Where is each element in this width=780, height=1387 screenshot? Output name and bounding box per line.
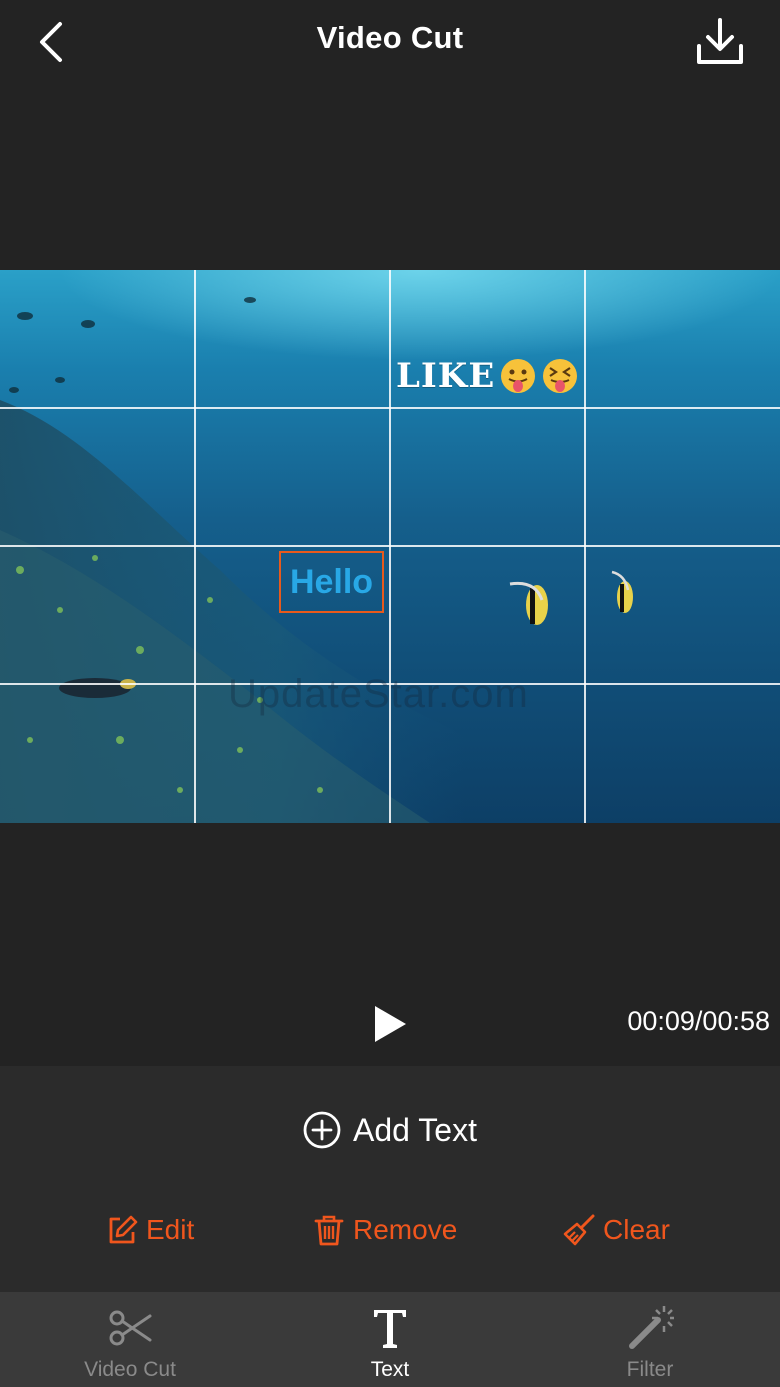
tab-video-cut[interactable]: Video Cut	[0, 1292, 260, 1387]
top-bar: Video Cut	[0, 0, 780, 84]
text-tools-panel	[0, 1066, 780, 1292]
edit-icon	[109, 1215, 138, 1244]
magic-wand-icon	[629, 1306, 674, 1349]
watermark: UpdateStar.com	[228, 672, 529, 716]
tab-text[interactable]: Text	[260, 1292, 520, 1387]
play-icon	[375, 1006, 406, 1042]
download-button[interactable]	[694, 16, 746, 68]
download-icon	[697, 18, 743, 64]
sticker-text: LIKE	[396, 356, 496, 396]
like-sticker[interactable]: LIKE	[396, 354, 579, 398]
edit-label: Edit	[146, 1214, 195, 1245]
remove-button[interactable]: Remove	[313, 1206, 457, 1254]
page-title: Video Cut	[316, 20, 464, 55]
broom-icon	[563, 1214, 595, 1246]
grid-line	[0, 407, 780, 409]
edit-button[interactable]: Edit	[106, 1206, 194, 1254]
tab-filter[interactable]: Filter	[520, 1292, 780, 1387]
scissors-icon	[109, 1310, 152, 1346]
remove-label: Remove	[353, 1214, 458, 1245]
bottom-tab-bar: Video Cut Text Filter	[0, 1292, 780, 1387]
tab-label: Video Cut	[84, 1358, 176, 1381]
play-button[interactable]	[370, 1004, 410, 1044]
tab-label: Text	[370, 1358, 410, 1381]
text-overlay: Hello	[289, 562, 374, 601]
clear-label: Clear	[603, 1214, 670, 1245]
playback-time: 00:09/00:58	[627, 1006, 770, 1036]
add-text-label: Add Text	[353, 1111, 477, 1148]
video-preview[interactable]: UpdateStar.com LIKE Hello	[0, 270, 780, 823]
tab-label: Filter	[626, 1358, 674, 1381]
add-text-button[interactable]: Add Text	[0, 1105, 780, 1155]
add-circle-icon	[303, 1111, 341, 1149]
grid-line	[0, 545, 780, 547]
squinting-face-with-tongue-icon	[543, 359, 578, 393]
clear-button[interactable]: Clear	[563, 1206, 670, 1254]
face-with-tongue-icon	[501, 359, 536, 393]
text-icon	[374, 1310, 406, 1348]
trash-icon	[314, 1215, 344, 1246]
text-overlay-box[interactable]: Hello	[279, 551, 384, 613]
